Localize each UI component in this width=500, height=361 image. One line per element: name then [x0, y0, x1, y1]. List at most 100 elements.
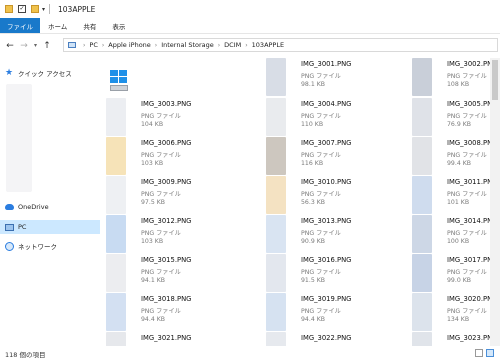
file-size: 90.9 KB: [301, 238, 326, 245]
file-tile[interactable]: IMG_3004.PNG PNG ファイル 110 KB: [260, 98, 410, 136]
file-type: PNG ファイル: [447, 191, 487, 198]
file-type: PNG ファイル: [141, 191, 181, 198]
file-tile[interactable]: IMG_3018.PNG PNG ファイル 94.4 KB: [100, 293, 250, 331]
address-bar[interactable]: › PC › Apple iPhone › Internal Storage ›…: [63, 38, 498, 52]
file-name: IMG_3005.PNG: [447, 100, 490, 108]
file-type: PNG ファイル: [301, 308, 341, 315]
file-tile[interactable]: IMG_3001.PNG PNG ファイル 98.1 KB: [260, 58, 410, 96]
breadcrumb-iphone[interactable]: Apple iPhone: [108, 41, 151, 49]
up-arrow-icon[interactable]: ↑: [40, 41, 54, 51]
file-tile[interactable]: IMG_3012.PNG PNG ファイル 103 KB: [100, 215, 250, 253]
sidebar-item-pc[interactable]: PC: [0, 220, 100, 234]
tiles-view-icon[interactable]: [486, 349, 494, 357]
file-name: IMG_3017.PNG: [447, 256, 490, 264]
image-thumbnail: [412, 98, 432, 136]
chevron-right-icon[interactable]: ›: [102, 42, 104, 49]
window-title: 103APPLE: [58, 4, 96, 14]
star-icon: ★: [5, 67, 14, 78]
breadcrumb-internal-storage[interactable]: Internal Storage: [161, 41, 214, 49]
file-name: IMG_3006.PNG: [141, 139, 192, 147]
details-view-icon[interactable]: [475, 349, 483, 357]
pc-icon: [68, 42, 76, 48]
tab-file[interactable]: ファイル: [0, 18, 40, 33]
file-name: IMG_3022.PNG: [301, 334, 352, 342]
new-folder-icon[interactable]: [31, 5, 39, 13]
file-tile[interactable]: IMG_3014.PNG PNG ファイル 100 KB: [406, 215, 490, 253]
file-name: IMG_3003.PNG: [141, 100, 192, 108]
image-thumbnail: [266, 58, 286, 96]
sidebar-item-quick-access[interactable]: ★ クイック アクセス: [0, 66, 100, 80]
sidebar-item-network[interactable]: ネットワーク: [0, 239, 100, 253]
chevron-right-icon[interactable]: ›: [155, 42, 157, 49]
file-tile[interactable]: IMG_3003.PNG PNG ファイル 104 KB: [100, 98, 250, 136]
file-size: 110 KB: [301, 121, 324, 128]
file-type: PNG ファイル: [447, 113, 487, 120]
file-size: 94.4 KB: [301, 316, 326, 323]
navigation-pane: ★ クイック アクセス OneDrive PC ネットワーク: [0, 58, 100, 346]
quick-access-dropdown-icon[interactable]: ▾: [42, 6, 45, 13]
file-tile[interactable]: IMG_3009.PNG PNG ファイル 97.5 KB: [100, 176, 250, 214]
breadcrumb-dcim[interactable]: DCIM: [224, 41, 241, 49]
image-thumbnail: [106, 98, 126, 136]
image-thumbnail: [266, 137, 286, 175]
file-tile[interactable]: IMG_3023.PNG PNG ファイル: [406, 332, 490, 346]
file-tile[interactable]: IMG_3020.PNG PNG ファイル 134 KB: [406, 293, 490, 331]
chevron-right-icon[interactable]: ›: [83, 42, 85, 49]
file-name: IMG_3002.PNG: [447, 60, 490, 68]
file-tile[interactable]: IMG_3017.PNG PNG ファイル 99.0 KB: [406, 254, 490, 292]
vertical-scrollbar[interactable]: [490, 58, 500, 346]
image-thumbnail: [266, 332, 286, 346]
file-type: PNG ファイル: [301, 152, 341, 159]
file-name: IMG_3011.PNG: [447, 178, 490, 186]
file-tile[interactable]: IMG_3006.PNG PNG ファイル 103 KB: [100, 137, 250, 175]
network-icon: [5, 241, 14, 251]
image-thumbnail: [412, 254, 432, 292]
file-tile[interactable]: IMG_3022.PNG PNG ファイル: [260, 332, 410, 346]
image-thumbnail: [106, 254, 126, 292]
file-size: 104 KB: [141, 121, 164, 128]
tab-view[interactable]: 表示: [104, 18, 133, 33]
file-tile[interactable]: IMG_3010.PNG PNG ファイル 56.3 KB: [260, 176, 410, 214]
sidebar-item-label: OneDrive: [18, 203, 49, 211]
recent-locations-icon[interactable]: ▾: [31, 42, 40, 49]
file-name: IMG_3010.PNG: [301, 178, 352, 186]
file-tile[interactable]: IMG_3002.PNG PNG ファイル 108 KB: [406, 58, 490, 96]
properties-icon[interactable]: ✓: [18, 5, 26, 13]
breadcrumb-103apple[interactable]: 103APPLE: [252, 41, 284, 49]
image-thumbnail: [412, 58, 432, 96]
file-type: PNG ファイル: [301, 191, 341, 198]
title-bar: ✓ ▾ 103APPLE: [0, 0, 500, 18]
file-name: IMG_3004.PNG: [301, 100, 352, 108]
file-tile[interactable]: IMG_3016.PNG PNG ファイル 91.5 KB: [260, 254, 410, 292]
breadcrumb-pc[interactable]: PC: [89, 41, 97, 49]
file-size: 76.9 KB: [447, 121, 472, 128]
tab-share[interactable]: 共有: [75, 18, 104, 33]
file-type: PNG ファイル: [447, 73, 487, 80]
back-arrow-icon[interactable]: ←: [3, 41, 17, 51]
file-tile[interactable]: IMG_3013.PNG PNG ファイル 90.9 KB: [260, 215, 410, 253]
file-tile[interactable]: IMG_3021.PNG PNG ファイル: [100, 332, 250, 346]
file-size: 94.1 KB: [141, 277, 166, 284]
forward-arrow-icon[interactable]: →: [17, 41, 31, 51]
file-tile[interactable]: IMG_3005.PNG PNG ファイル 76.9 KB: [406, 98, 490, 136]
file-tile[interactable]: IMG_3015.PNG PNG ファイル 94.1 KB: [100, 254, 250, 292]
sidebar-item-onedrive[interactable]: OneDrive: [0, 200, 100, 214]
file-tile[interactable]: IMG_3007.PNG PNG ファイル 116 KB: [260, 137, 410, 175]
file-size: 116 KB: [301, 160, 324, 167]
chevron-right-icon[interactable]: ›: [218, 42, 220, 49]
file-tile[interactable]: IMG_3008.PNG PNG ファイル 99.4 KB: [406, 137, 490, 175]
file-tile[interactable]: IMG_3011.PNG PNG ファイル 101 KB: [406, 176, 490, 214]
scrollbar-thumb[interactable]: [492, 60, 498, 100]
blurred-quick-access-items: [6, 84, 32, 192]
ribbon-tabs: ファイル ホーム 共有 表示: [0, 18, 500, 34]
windows-drive-icon[interactable]: [110, 70, 128, 84]
file-name: IMG_3016.PNG: [301, 256, 352, 264]
image-thumbnail: [106, 176, 126, 214]
file-size: 91.5 KB: [301, 277, 326, 284]
file-size: 100 KB: [447, 238, 470, 245]
chevron-right-icon[interactable]: ›: [245, 42, 247, 49]
file-type: PNG ファイル: [141, 308, 181, 315]
file-name: IMG_3014.PNG: [447, 217, 490, 225]
file-tile[interactable]: IMG_3019.PNG PNG ファイル 94.4 KB: [260, 293, 410, 331]
tab-home[interactable]: ホーム: [40, 18, 75, 33]
